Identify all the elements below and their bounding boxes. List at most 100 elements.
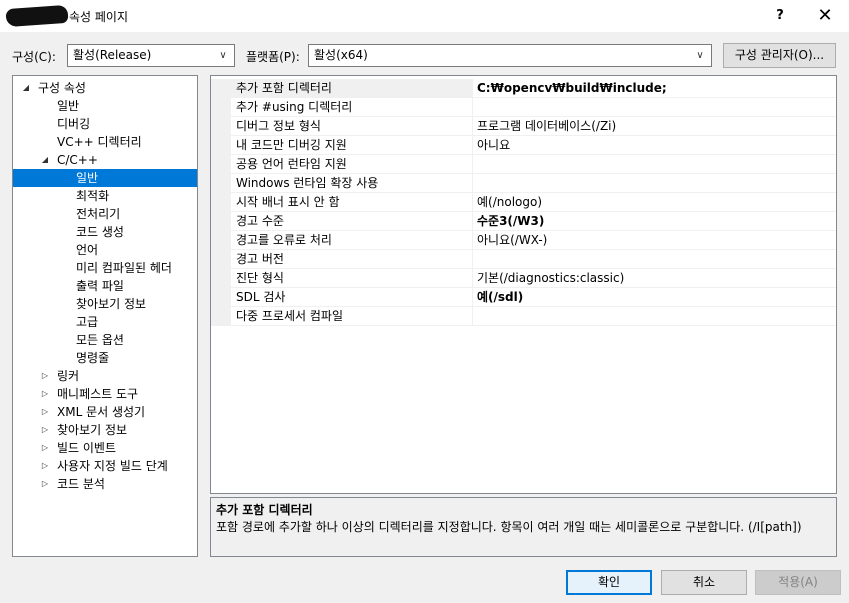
property-value[interactable]: [473, 155, 836, 174]
tree-item-debugging[interactable]: 디버깅: [13, 115, 197, 133]
grid-row[interactable]: 디버그 정보 형식 프로그램 데이터베이스(/Zi): [211, 117, 836, 136]
tree-item-optimization[interactable]: 최적화: [13, 187, 197, 205]
property-name: 추가 포함 디렉터리: [231, 79, 473, 98]
tree-item-build-events[interactable]: ▷ 빌드 이벤트: [13, 439, 197, 457]
tree-item-configuration-properties[interactable]: ◢ 구성 속성: [13, 79, 197, 97]
grid-row[interactable]: 시작 배너 표시 안 함 예(/nologo): [211, 193, 836, 212]
tree-item-label: C/C++: [57, 153, 98, 167]
property-value[interactable]: 예(/nologo): [473, 193, 836, 212]
platform-select[interactable]: 활성(x64) ∨: [308, 44, 712, 67]
grid-row[interactable]: 진단 형식 기본(/diagnostics:classic): [211, 269, 836, 288]
tree-item-label: 고급: [76, 315, 99, 329]
property-value[interactable]: C:₩opencv₩build₩include;: [473, 79, 836, 98]
configuration-manager-button[interactable]: 구성 관리자(O)...: [723, 43, 836, 68]
tree-item-label: 출력 파일: [76, 279, 124, 293]
property-grid[interactable]: 추가 포함 디렉터리 C:₩opencv₩build₩include; 추가 #…: [210, 75, 837, 494]
collapsed-icon[interactable]: ▷: [40, 385, 50, 403]
property-value[interactable]: 아니요(/WX-): [473, 231, 836, 250]
collapsed-icon[interactable]: ▷: [40, 475, 50, 493]
tree-item-preprocessor[interactable]: 전처리기: [13, 205, 197, 223]
tree-item-label: 전처리기: [76, 207, 121, 221]
property-value[interactable]: 기본(/diagnostics:classic): [473, 269, 836, 288]
collapsed-icon[interactable]: ▷: [40, 439, 50, 457]
property-name: 경고를 오류로 처리: [231, 231, 473, 250]
collapsed-icon[interactable]: ▷: [40, 421, 50, 439]
tree-item-label: 코드 분석: [57, 477, 105, 491]
grid-row[interactable]: 추가 포함 디렉터리 C:₩opencv₩build₩include;: [211, 79, 836, 98]
tree-item-code-generation[interactable]: 코드 생성: [13, 223, 197, 241]
tree-item-label: 빌드 이벤트: [57, 441, 117, 455]
tree-item-label: 찾아보기 정보: [76, 297, 147, 311]
grid-row[interactable]: 경고 수준 수준3(/W3): [211, 212, 836, 231]
grid-row[interactable]: 내 코드만 디버깅 지원 아니요: [211, 136, 836, 155]
property-value[interactable]: [473, 98, 836, 117]
tree-item-c-cpp[interactable]: ◢ C/C++: [13, 151, 197, 169]
grid-row[interactable]: 다중 프로세서 컴파일: [211, 307, 836, 326]
collapsed-icon[interactable]: ▷: [40, 457, 50, 475]
chevron-down-icon: ∨: [696, 50, 704, 61]
tree-item-language[interactable]: 언어: [13, 241, 197, 259]
property-name: 추가 #using 디렉터리: [231, 98, 473, 117]
close-button[interactable]: ✕: [811, 4, 839, 28]
grid-row[interactable]: 추가 #using 디렉터리: [211, 98, 836, 117]
collapsed-icon[interactable]: ▷: [40, 403, 50, 421]
property-value[interactable]: 수준3(/W3): [473, 212, 836, 231]
tree-item-custom-build-step[interactable]: ▷ 사용자 지정 빌드 단계: [13, 457, 197, 475]
window-title: 속성 페이지: [69, 10, 129, 24]
property-name: 공용 언어 런타임 지원: [231, 155, 473, 174]
tree-item-general[interactable]: 일반: [13, 97, 197, 115]
tree-item-linker[interactable]: ▷ 링커: [13, 367, 197, 385]
tree-item-command-line[interactable]: 명령줄: [13, 349, 197, 367]
chevron-down-icon: ∨: [219, 50, 227, 61]
description-text: 포함 경로에 추가할 하나 이상의 디렉터리를 지정합니다. 항목이 여러 개일…: [216, 520, 802, 534]
tree-item-browse-information-group[interactable]: ▷ 찾아보기 정보: [13, 421, 197, 439]
property-value[interactable]: 프로그램 데이터베이스(/Zi): [473, 117, 836, 136]
tree-item-all-options[interactable]: 모든 옵션: [13, 331, 197, 349]
property-name: SDL 검사: [231, 288, 473, 307]
grid-row[interactable]: SDL 검사 예(/sdl): [211, 288, 836, 307]
platform-label: 플랫폼(P):: [246, 50, 300, 64]
tree-item-output-files[interactable]: 출력 파일: [13, 277, 197, 295]
property-value[interactable]: 예(/sdl): [473, 288, 836, 307]
tree-item-browse-information[interactable]: 찾아보기 정보: [13, 295, 197, 313]
ok-button[interactable]: 확인: [566, 570, 652, 595]
tree-item-label: 모든 옵션: [76, 333, 124, 347]
expanded-icon[interactable]: ◢: [40, 151, 50, 169]
grid-row[interactable]: 경고를 오류로 처리 아니요(/WX-): [211, 231, 836, 250]
expanded-icon[interactable]: ◢: [21, 79, 31, 97]
property-name: 내 코드만 디버깅 지원: [231, 136, 473, 155]
tree-item-xml-document-generator[interactable]: ▷ XML 문서 생성기: [13, 403, 197, 421]
tree-item-vc-directories[interactable]: VC++ 디렉터리: [13, 133, 197, 151]
tree-item-code-analysis[interactable]: ▷ 코드 분석: [13, 475, 197, 493]
collapsed-icon[interactable]: ▷: [40, 367, 50, 385]
property-value[interactable]: [473, 307, 836, 326]
tree-item-label: 디버깅: [57, 117, 91, 131]
tree-item-label: 미리 컴파일된 헤더: [76, 261, 172, 275]
configuration-select[interactable]: 활성(Release) ∨: [67, 44, 235, 67]
property-name: Windows 런타임 확장 사용: [231, 174, 473, 193]
tree-item-label: 명령줄: [76, 351, 110, 365]
tree-item-label: 언어: [76, 243, 99, 257]
title-bar: 속성 페이지 ? ✕: [0, 0, 849, 32]
grid-row[interactable]: 공용 언어 런타임 지원: [211, 155, 836, 174]
tree-item-precompiled-headers[interactable]: 미리 컴파일된 헤더: [13, 259, 197, 277]
grid-row[interactable]: Windows 런타임 확장 사용: [211, 174, 836, 193]
property-value[interactable]: [473, 174, 836, 193]
description-pane: 추가 포함 디렉터리 포함 경로에 추가할 하나 이상의 디렉터리를 지정합니다…: [210, 497, 837, 557]
tree-item-c-cpp-general[interactable]: 일반: [13, 169, 197, 187]
property-value[interactable]: [473, 250, 836, 269]
property-name: 경고 버전: [231, 250, 473, 269]
tree-item-manifest-tool[interactable]: ▷ 매니페스트 도구: [13, 385, 197, 403]
property-value[interactable]: 아니요: [473, 136, 836, 155]
configuration-value: 활성(Release): [73, 48, 152, 62]
tree-item-label: 링커: [57, 369, 80, 383]
apply-button[interactable]: 적용(A): [755, 570, 841, 595]
grid-row[interactable]: 경고 버전: [211, 250, 836, 269]
cancel-button[interactable]: 취소: [661, 570, 747, 595]
tree-item-label: 최적화: [76, 189, 110, 203]
help-button[interactable]: ?: [766, 4, 794, 28]
property-name: 시작 배너 표시 안 함: [231, 193, 473, 212]
tree-item-label: 찾아보기 정보: [57, 423, 128, 437]
tree-item-advanced[interactable]: 고급: [13, 313, 197, 331]
property-tree[interactable]: ◢ 구성 속성 일반 디버깅 VC++ 디렉터리 ◢ C/C++ 일반 최적화 …: [12, 75, 198, 557]
